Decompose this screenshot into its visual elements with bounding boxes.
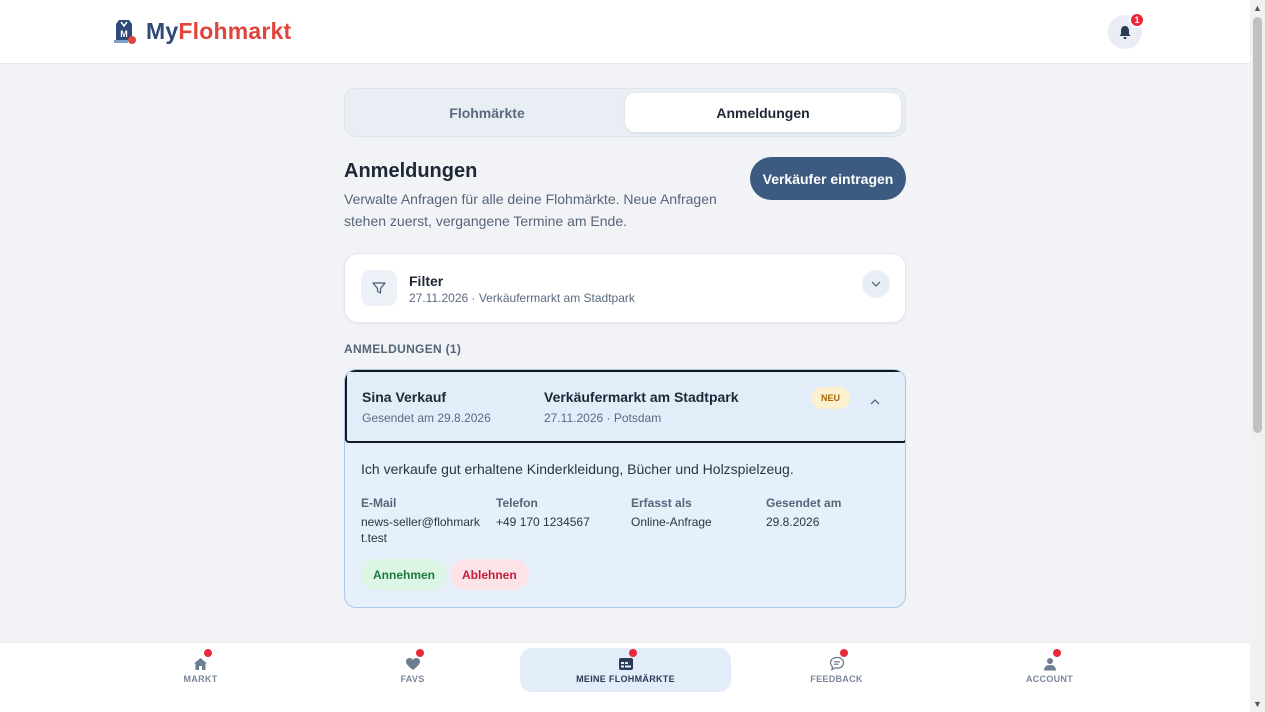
detail-value: Online-Anfrage — [631, 515, 712, 529]
filter-panel[interactable]: Filter 27.11.2026 · Verkäufermarkt am St… — [344, 253, 906, 323]
detail-label: E-Mail — [361, 496, 397, 510]
notification-count-badge: 1 — [1129, 12, 1145, 28]
page-scrollbar[interactable]: ▲ ▼ — [1250, 0, 1265, 712]
nav-label: FAVS — [400, 673, 425, 684]
detail-source: Erfasst als Online-Anfrage — [631, 496, 756, 530]
scroll-up-icon[interactable]: ▲ — [1252, 3, 1263, 13]
app-logo[interactable]: M MyFlohmarkt — [110, 16, 291, 46]
nav-label: FEEDBACK — [810, 673, 863, 684]
logo-icon: M — [110, 16, 138, 46]
nav-label: MEINE FLOHMÄRKTE — [576, 673, 675, 684]
scroll-down-icon[interactable]: ▼ — [1252, 699, 1263, 709]
market-meta: 27.11.2026 · Potsdam — [544, 411, 662, 425]
sent-date: Gesendet am 29.8.2026 — [362, 411, 491, 425]
detail-label: Erfasst als — [631, 496, 692, 510]
notification-dot — [839, 648, 848, 657]
detail-label: Gesendet am — [766, 496, 842, 510]
page-title: Anmeldungen — [344, 160, 478, 182]
nav-item-feedback[interactable]: FEEDBACK — [731, 648, 942, 692]
add-seller-button[interactable]: Verkäufer eintragen — [750, 157, 906, 200]
app-header: M MyFlohmarkt — [0, 0, 1250, 64]
chevron-up-icon[interactable] — [863, 390, 887, 414]
detail-value: 29.8.2026 — [766, 515, 820, 529]
notification-dot — [415, 648, 424, 657]
detail-label: Telefon — [496, 496, 538, 510]
accept-button[interactable]: Annehmen — [361, 559, 448, 590]
home-icon — [193, 648, 212, 671]
user-icon — [1042, 648, 1061, 671]
scrollbar-thumb[interactable] — [1253, 17, 1262, 433]
calendar-icon — [618, 648, 637, 671]
status-badge: NEU — [811, 387, 851, 409]
nav-item-favs[interactable]: FAVS — [307, 648, 518, 692]
tab-flohmaerkte[interactable]: Flohmärkte — [349, 93, 625, 132]
chat-icon — [829, 648, 848, 671]
seller-name: Sina Verkauf — [362, 389, 447, 405]
market-name: Verkäufermarkt am Stadtpark — [544, 389, 739, 405]
bell-icon — [1119, 25, 1131, 39]
notification-dot — [203, 648, 212, 657]
heart-icon — [405, 648, 424, 671]
filter-summary: 27.11.2026 · Verkäufermarkt am Stadtpark — [409, 291, 635, 305]
reject-button[interactable]: Ablehnen — [450, 559, 529, 590]
bottom-navigation: MARKT FAVS MEINE FLOHMÄRKTE FEEDBACK ACC… — [0, 642, 1250, 712]
nav-item-markt[interactable]: MARKT — [95, 648, 306, 692]
page-description: Verwalte Anfragen für alle deine Flohmär… — [344, 191, 717, 229]
nav-item-meine-flohmaerkte[interactable]: MEINE FLOHMÄRKTE — [520, 648, 731, 692]
filter-label: Filter — [409, 273, 444, 289]
nav-label: MARKT — [183, 673, 218, 684]
chevron-down-icon[interactable] — [862, 270, 890, 298]
seller-message: Ich verkaufe gut erhaltene Kinderkleidun… — [361, 461, 794, 477]
registration-header[interactable]: Sina Verkauf Gesendet am 29.8.2026 Verkä… — [345, 370, 905, 443]
svg-text:M: M — [120, 29, 128, 39]
detail-phone: Telefon +49 170 1234567 — [496, 496, 621, 530]
detail-sent: Gesendet am 29.8.2026 — [766, 496, 891, 530]
section-heading: ANMELDUNGEN (1) — [344, 342, 462, 356]
detail-value: news-seller@flohmarkt.test — [361, 515, 480, 545]
detail-value: +49 170 1234567 — [496, 515, 590, 529]
filter-icon — [361, 270, 397, 306]
detail-email: E-Mail news-seller@flohmarkt.test — [361, 496, 486, 546]
nav-item-account[interactable]: ACCOUNT — [944, 648, 1155, 692]
view-tabs: Flohmärkte Anmeldungen — [344, 88, 906, 137]
app-name: MyFlohmarkt — [146, 17, 292, 44]
tab-anmeldungen[interactable]: Anmeldungen — [625, 93, 901, 132]
notification-dot — [1052, 648, 1061, 657]
notification-dot — [628, 648, 637, 657]
registration-card: Sina Verkauf Gesendet am 29.8.2026 Verkä… — [344, 369, 906, 608]
nav-label: ACCOUNT — [1025, 673, 1074, 684]
